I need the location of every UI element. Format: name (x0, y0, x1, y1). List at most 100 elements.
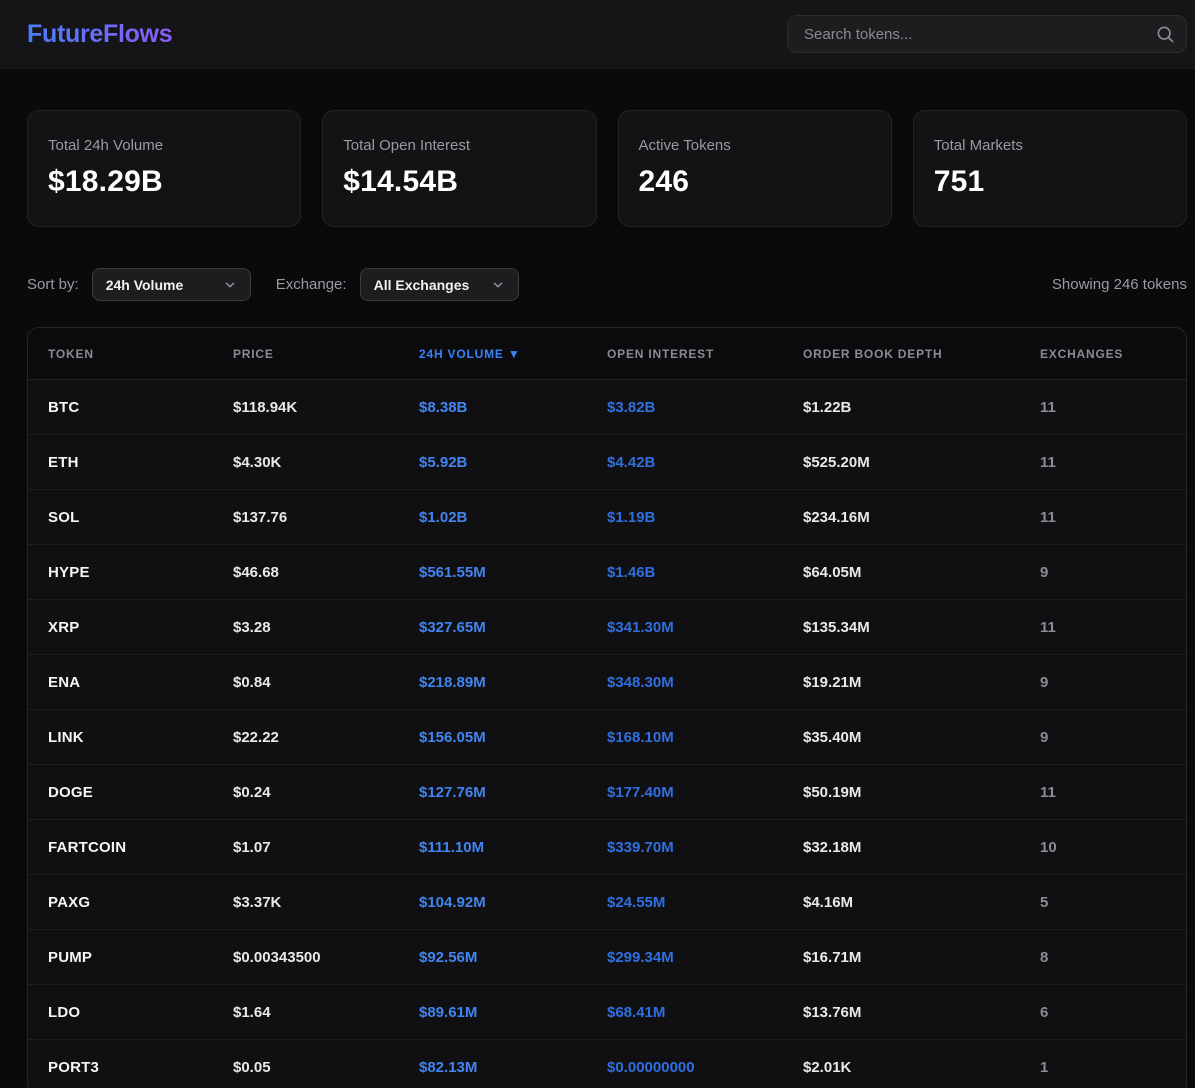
table-row-ena[interactable]: ENA$0.84$218.89M$348.30M$19.21M9 (28, 655, 1186, 710)
depth-cell: $19.21M (783, 674, 1020, 691)
oi-cell: $341.30M (587, 619, 783, 636)
table-row-ldo[interactable]: LDO$1.64$89.61M$68.41M$13.76M6 (28, 985, 1186, 1040)
volume-cell: $104.92M (399, 894, 587, 911)
price-cell: $1.64 (213, 1004, 399, 1021)
logo[interactable]: FutureFlows (27, 20, 172, 49)
depth-cell: $4.16M (783, 894, 1020, 911)
volume-cell: $92.56M (399, 949, 587, 966)
search-box (787, 15, 1187, 53)
exchange-dropdown-value: All Exchanges (374, 277, 470, 293)
token-cell: HYPE (28, 564, 213, 581)
volume-cell: $5.92B (399, 454, 587, 471)
token-cell: PUMP (28, 949, 213, 966)
price-cell: $1.07 (213, 839, 399, 856)
stat-label: Total 24h Volume (48, 137, 280, 154)
oi-cell: $339.70M (587, 839, 783, 856)
depth-cell: $1.22B (783, 399, 1020, 416)
exchange-label: Exchange: (276, 276, 347, 293)
sort-dropdown-value: 24h Volume (106, 277, 184, 293)
stat-value: 246 (639, 165, 871, 199)
table-row-eth[interactable]: ETH$4.30K$5.92B$4.42B$525.20M11 (28, 435, 1186, 490)
token-cell: XRP (28, 619, 213, 636)
token-cell: LINK (28, 729, 213, 746)
stat-value: $18.29B (48, 165, 280, 199)
stat-label: Total Open Interest (343, 137, 575, 154)
column-header-price[interactable]: PRICE (213, 347, 399, 361)
column-header-exchanges[interactable]: EXCHANGES (1020, 347, 1186, 361)
exchanges-cell: 11 (1020, 619, 1186, 636)
exchange-dropdown[interactable]: All Exchanges (360, 268, 520, 301)
exchanges-cell: 9 (1020, 729, 1186, 746)
depth-cell: $16.71M (783, 949, 1020, 966)
token-cell: FARTCOIN (28, 839, 213, 856)
tokens-table: TOKENPRICE24H VOLUME ▼OPEN INTERESTORDER… (27, 327, 1187, 1088)
volume-cell: $561.55M (399, 564, 587, 581)
volume-cell: $218.89M (399, 674, 587, 691)
table-row-link[interactable]: LINK$22.22$156.05M$168.10M$35.40M9 (28, 710, 1186, 765)
token-cell: BTC (28, 399, 213, 416)
table-row-btc[interactable]: BTC$118.94K$8.38B$3.82B$1.22B11 (28, 380, 1186, 435)
volume-cell: $156.05M (399, 729, 587, 746)
oi-cell: $168.10M (587, 729, 783, 746)
price-cell: $46.68 (213, 564, 399, 581)
depth-cell: $234.16M (783, 509, 1020, 526)
column-header-24h-volume[interactable]: 24H VOLUME ▼ (399, 347, 587, 361)
table-row-pump[interactable]: PUMP$0.00343500$92.56M$299.34M$16.71M8 (28, 930, 1186, 985)
price-cell: $3.28 (213, 619, 399, 636)
oi-cell: $1.19B (587, 509, 783, 526)
token-cell: ENA (28, 674, 213, 691)
exchanges-cell: 11 (1020, 784, 1186, 801)
depth-cell: $13.76M (783, 1004, 1020, 1021)
stat-card-active-tokens: Active Tokens 246 (618, 110, 892, 227)
chevron-down-icon (491, 278, 505, 292)
table-row-sol[interactable]: SOL$137.76$1.02B$1.19B$234.16M11 (28, 490, 1186, 545)
volume-cell: $1.02B (399, 509, 587, 526)
stat-value: $14.54B (343, 165, 575, 199)
depth-cell: $35.40M (783, 729, 1020, 746)
table-row-fartcoin[interactable]: FARTCOIN$1.07$111.10M$339.70M$32.18M10 (28, 820, 1186, 875)
volume-cell: $111.10M (399, 839, 587, 856)
exchanges-cell: 5 (1020, 894, 1186, 911)
search-input[interactable] (787, 15, 1187, 53)
depth-cell: $32.18M (783, 839, 1020, 856)
exchanges-cell: 11 (1020, 509, 1186, 526)
table-row-paxg[interactable]: PAXG$3.37K$104.92M$24.55M$4.16M5 (28, 875, 1186, 930)
sort-dropdown[interactable]: 24h Volume (92, 268, 251, 301)
oi-cell: $348.30M (587, 674, 783, 691)
price-cell: $137.76 (213, 509, 399, 526)
token-cell: LDO (28, 1004, 213, 1021)
stat-card-total-open-interest: Total Open Interest $14.54B (322, 110, 596, 227)
oi-cell: $299.34M (587, 949, 783, 966)
token-cell: PAXG (28, 894, 213, 911)
sort-by-label: Sort by: (27, 276, 79, 293)
table-row-hype[interactable]: HYPE$46.68$561.55M$1.46B$64.05M9 (28, 545, 1186, 600)
price-cell: $0.84 (213, 674, 399, 691)
column-header-open-interest[interactable]: OPEN INTEREST (587, 347, 783, 361)
stat-card-total-24h-volume: Total 24h Volume $18.29B (27, 110, 301, 227)
table-header-row: TOKENPRICE24H VOLUME ▼OPEN INTERESTORDER… (28, 328, 1186, 380)
price-cell: $0.00343500 (213, 949, 399, 966)
depth-cell: $2.01K (783, 1059, 1020, 1076)
token-cell: SOL (28, 509, 213, 526)
stat-label: Active Tokens (639, 137, 871, 154)
oi-cell: $3.82B (587, 399, 783, 416)
table-row-port3[interactable]: PORT3$0.05$82.13M$0.00000000$2.01K1 (28, 1040, 1186, 1088)
oi-cell: $1.46B (587, 564, 783, 581)
column-header-order-book-depth[interactable]: ORDER BOOK DEPTH (783, 347, 1020, 361)
token-cell: ETH (28, 454, 213, 471)
volume-cell: $89.61M (399, 1004, 587, 1021)
stats-row: Total 24h Volume $18.29B Total Open Inte… (27, 110, 1187, 227)
column-header-token[interactable]: TOKEN (28, 347, 213, 361)
price-cell: $22.22 (213, 729, 399, 746)
price-cell: $0.24 (213, 784, 399, 801)
exchanges-cell: 9 (1020, 564, 1186, 581)
exchanges-cell: 11 (1020, 454, 1186, 471)
chevron-down-icon (223, 278, 237, 292)
table-row-doge[interactable]: DOGE$0.24$127.76M$177.40M$50.19M11 (28, 765, 1186, 820)
volume-cell: $127.76M (399, 784, 587, 801)
table-row-xrp[interactable]: XRP$3.28$327.65M$341.30M$135.34M11 (28, 600, 1186, 655)
top-bar: FutureFlows (0, 0, 1195, 69)
volume-cell: $8.38B (399, 399, 587, 416)
stat-label: Total Markets (934, 137, 1166, 154)
depth-cell: $525.20M (783, 454, 1020, 471)
